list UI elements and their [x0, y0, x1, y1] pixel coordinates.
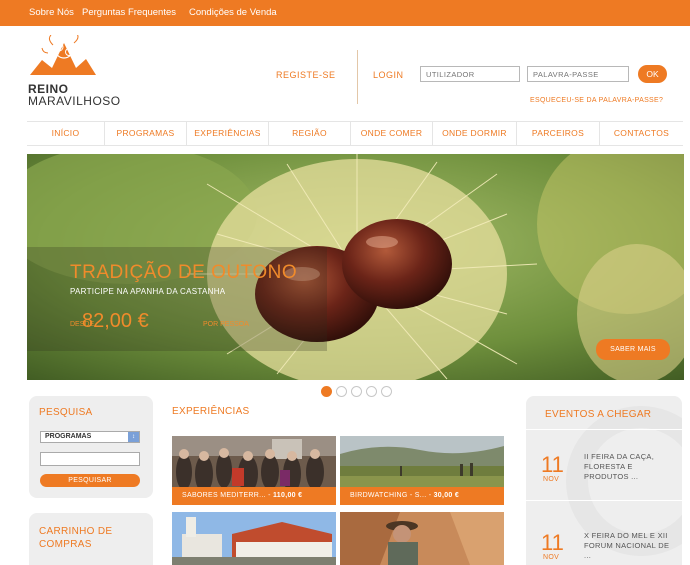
forgot-password-link[interactable]: ESQUECEU-SE DA PALAVRA-PASSE? — [530, 97, 663, 104]
slider-dot-3[interactable] — [351, 386, 362, 397]
cart-title[interactable]: CARRINHO DE COMPRAS — [39, 525, 139, 551]
events-divider — [526, 429, 682, 430]
slider-dot-4[interactable] — [366, 386, 377, 397]
experience-name: SABORES MEDITERR... - — [182, 492, 273, 499]
experiences-title: EXPERIÊNCIAS — [172, 406, 250, 417]
header-divider — [357, 50, 358, 104]
register-link[interactable]: REGISTE-SE — [276, 70, 336, 80]
event-title[interactable]: II FEIRA DA CAÇA, FLORESTA E PRODUTOS ..… — [584, 452, 676, 482]
experience-tile[interactable] — [340, 512, 504, 565]
event-month: NOV — [543, 554, 560, 561]
hero-banner[interactable]: TRADIÇÃO DE OUTONO PARTICIPE NA APANHA D… — [27, 154, 684, 380]
events-panel: EVENTOS A CHEGAR 11 NOV II FEIRA DA CAÇA… — [526, 396, 682, 565]
event-title[interactable]: X FEIRA DO MEL E XII FORUM NACIONAL DE .… — [584, 531, 676, 561]
experience-caption: SABORES MEDITERR... - 110,00 € — [172, 487, 336, 505]
nav-item-where-to-sleep[interactable]: ONDE DORMIR — [433, 122, 517, 145]
nav-item-contacts[interactable]: CONTACTOS — [600, 122, 683, 145]
experience-tile[interactable]: BIRDWATCHING - S... - 30,00 € — [340, 436, 504, 505]
experience-name: BIRDWATCHING - S... - — [350, 492, 434, 499]
hero-price-suffix: POR PESSOA — [203, 321, 249, 328]
username-input[interactable] — [420, 66, 520, 82]
hero-title: TRADIÇÃO DE OUTONO — [70, 262, 298, 283]
events-title: EVENTOS A CHEGAR — [545, 409, 652, 420]
hero-subtitle: PARTICIPE NA APANHA DA CASTANHA — [70, 287, 226, 296]
event-month: NOV — [543, 476, 560, 483]
search-panel: PESQUISA PROGRAMAS ↕ PESQUISAR — [29, 396, 153, 498]
slider-dot-1[interactable] — [321, 386, 332, 397]
hero-more-button[interactable]: SABER MAIS — [596, 339, 670, 360]
nav-item-region[interactable]: REGIÃO — [269, 122, 351, 145]
select-arrows-icon: ↕ — [128, 432, 139, 442]
nav-item-experiences[interactable]: EXPERIÊNCIAS — [187, 122, 269, 145]
top-bar: Sobre Nós Perguntas Frequentes Condições… — [0, 0, 690, 26]
login-label: LOGIN — [373, 70, 404, 80]
experience-photo-village — [172, 512, 336, 565]
brand-name-line2: MARAVILHOSO — [28, 94, 121, 108]
login-ok-button[interactable]: OK — [638, 65, 667, 83]
topbar-link-about[interactable]: Sobre Nós — [29, 7, 74, 18]
event-day: 11 — [541, 452, 564, 477]
topbar-link-faq[interactable]: Perguntas Frequentes — [82, 7, 176, 18]
search-category-select[interactable]: PROGRAMAS ↕ — [40, 431, 140, 443]
experience-tile[interactable] — [172, 512, 336, 565]
experience-photo-rock — [340, 512, 504, 565]
search-button[interactable]: PESQUISAR — [40, 474, 140, 487]
nav-item-partners[interactable]: PARCEIROS — [517, 122, 600, 145]
slider-dot-5[interactable] — [381, 386, 392, 397]
slider-dot-2[interactable] — [336, 386, 347, 397]
nav-item-home[interactable]: INÍCIO — [27, 122, 105, 145]
experience-price: 30,00 € — [433, 492, 460, 499]
search-title: PESQUISA — [39, 407, 93, 418]
experience-caption: BIRDWATCHING - S... - 30,00 € — [340, 487, 504, 505]
event-day: 11 — [541, 530, 564, 555]
cart-panel: CARRINHO DE COMPRAS — [29, 513, 153, 565]
experience-price: 110,00 € — [273, 492, 303, 499]
search-input[interactable] — [40, 452, 140, 466]
nav-item-programs[interactable]: PROGRAMAS — [105, 122, 187, 145]
main-nav: INÍCIO PROGRAMAS EXPERIÊNCIAS REGIÃO OND… — [27, 121, 683, 146]
topbar-link-terms[interactable]: Condições de Venda — [189, 7, 277, 18]
password-input[interactable] — [527, 66, 629, 82]
nav-item-where-to-eat[interactable]: ONDE COMER — [351, 122, 433, 145]
hero-price: 82,00 € — [82, 310, 149, 332]
events-divider — [526, 500, 682, 501]
search-category-value: PROGRAMAS — [45, 433, 92, 440]
experience-tile[interactable]: SABORES MEDITERR... - 110,00 € — [172, 436, 336, 505]
